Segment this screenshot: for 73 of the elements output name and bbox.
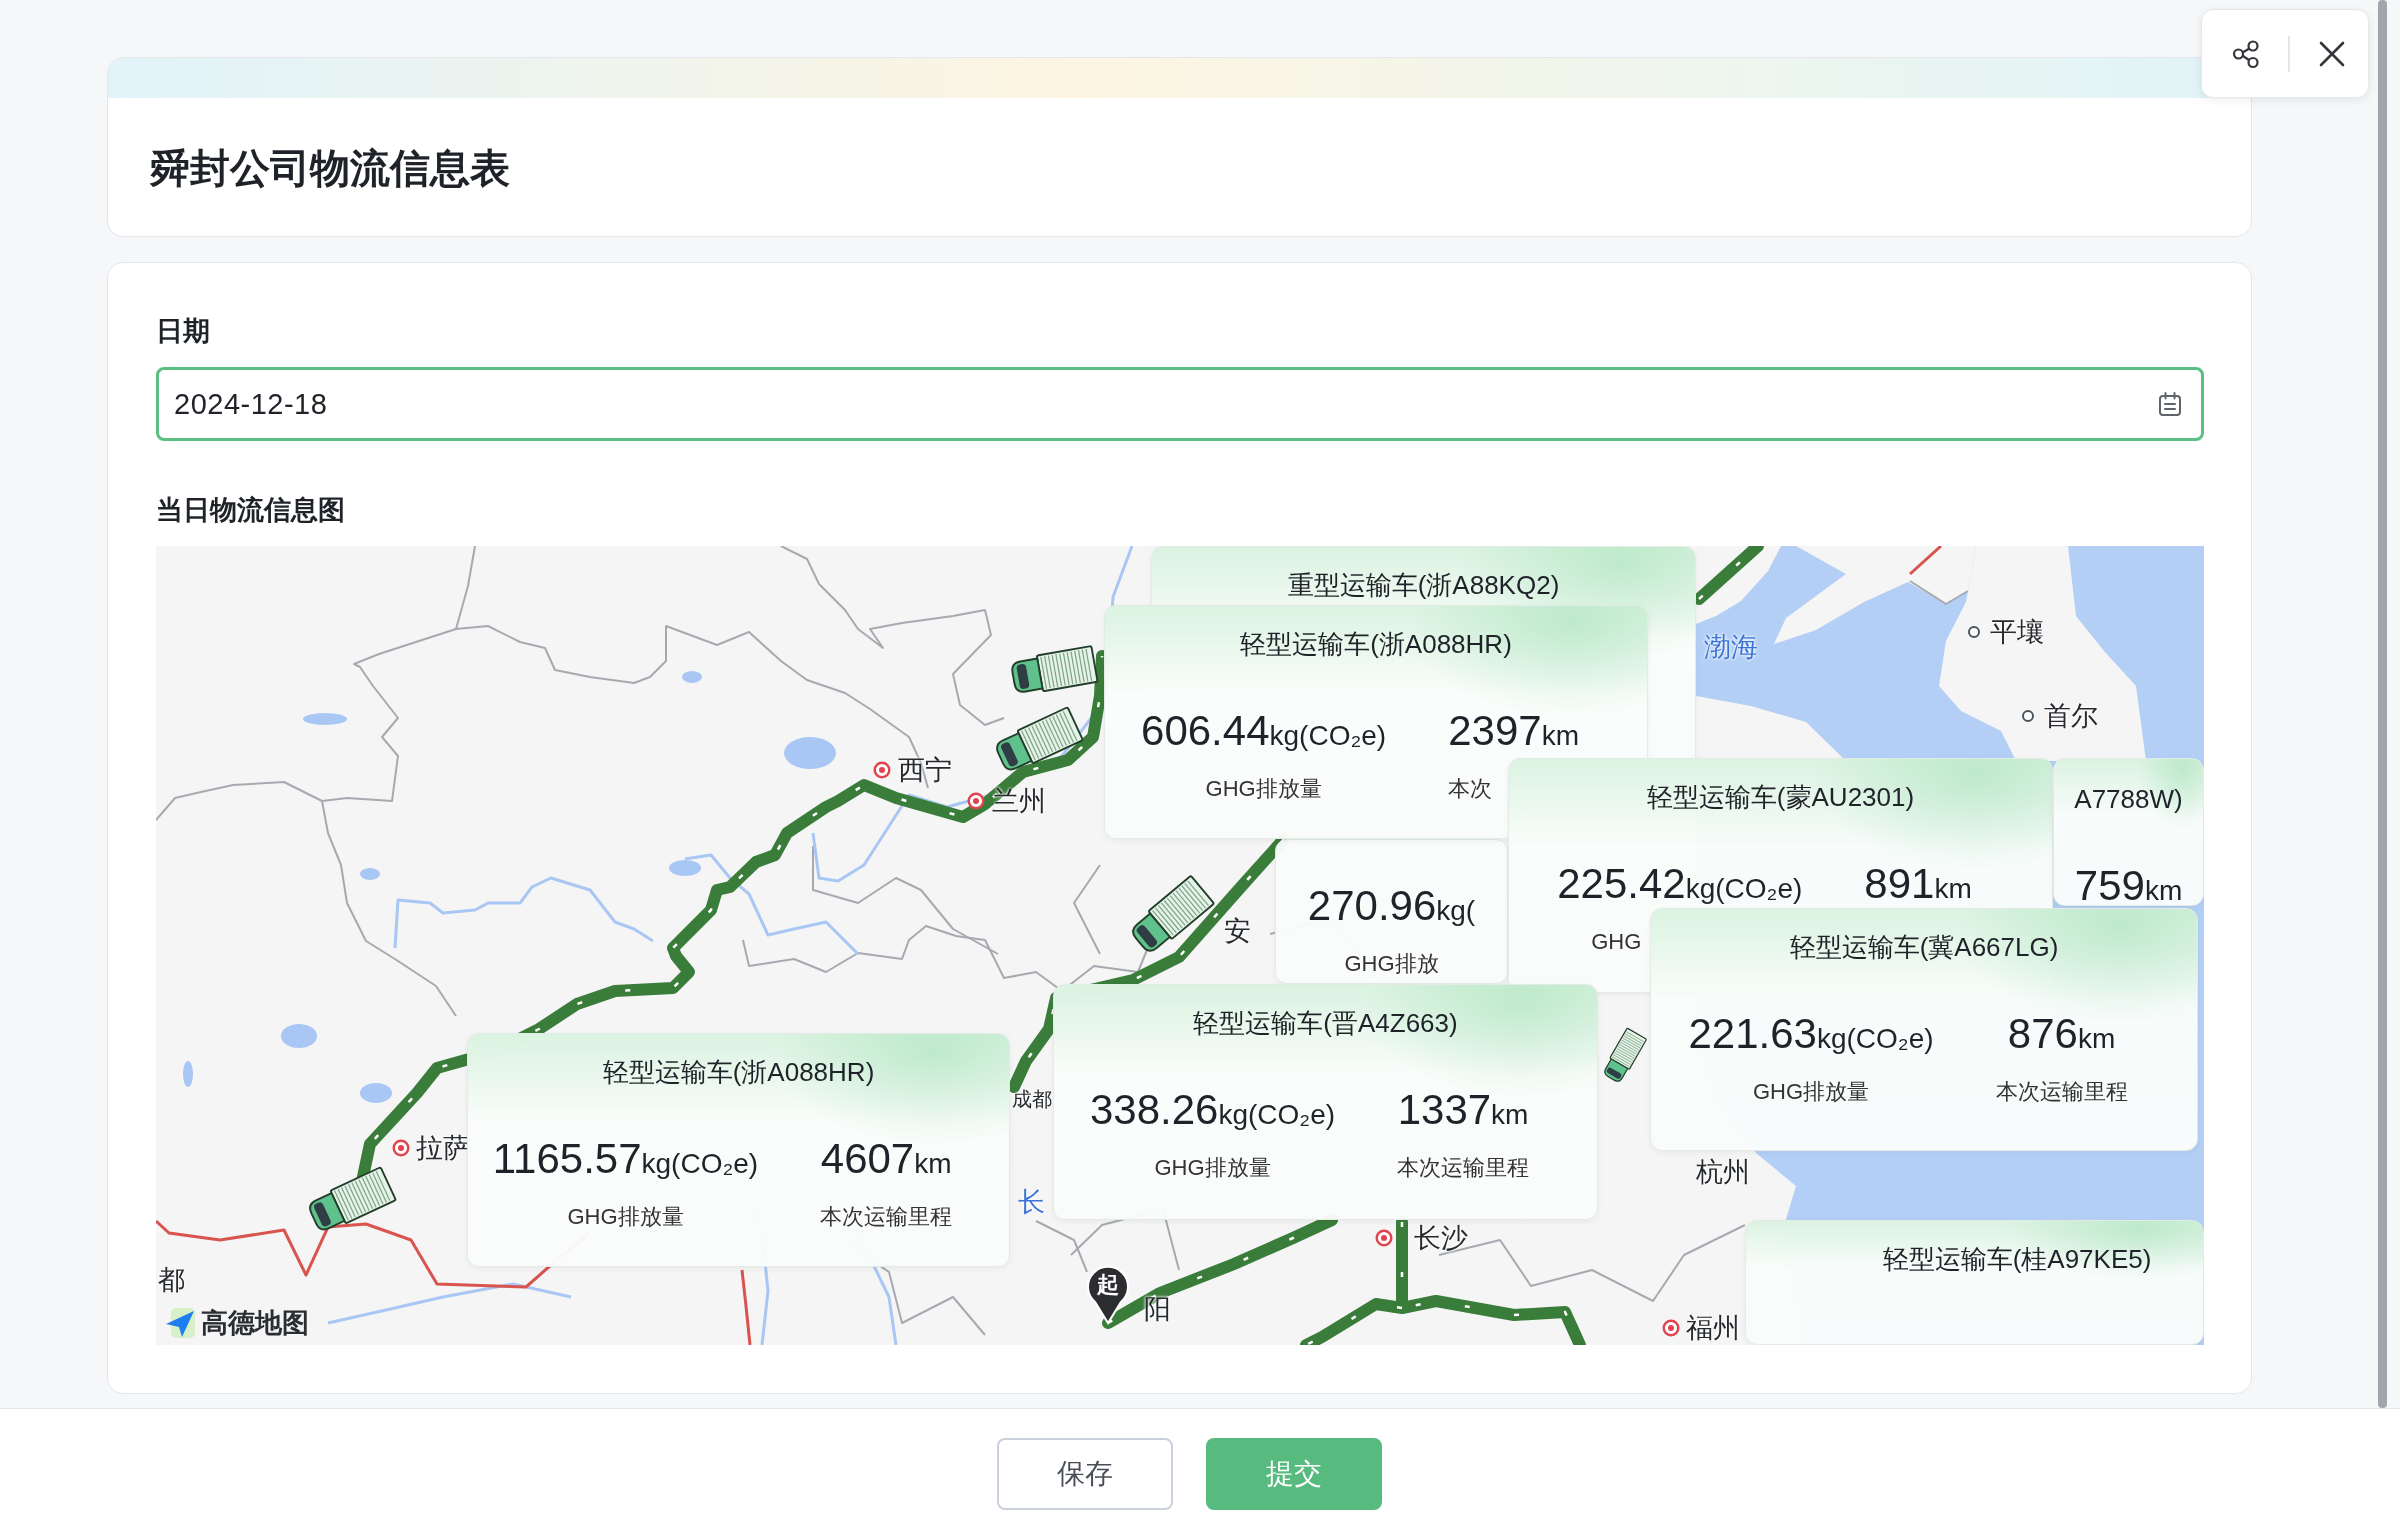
place-label: 成都 [1012, 1087, 1052, 1112]
scrollbar[interactable] [2378, 0, 2387, 1408]
emission-value: 221.63kg(CO₂e) [1688, 1013, 1934, 1059]
distance-value: 1337km [1397, 1089, 1529, 1135]
place-label: 长沙 [1414, 1223, 1468, 1253]
place-label: 都 [158, 1265, 185, 1295]
vehicle-title: 轻型运输车(桂A97KE5) [1882, 1243, 2152, 1275]
place-label: 首尔 [2044, 701, 2098, 731]
distance-label: 本次运输里程 [1995, 1078, 2128, 1106]
emission-label: GHG排放量 [567, 1203, 684, 1231]
city-marker-icon [967, 792, 985, 810]
section-label: 当日物流信息图 [156, 494, 345, 527]
city-marker-icon [1662, 1319, 1680, 1337]
emission-label: GHG排放量 [1154, 1154, 1271, 1182]
border-line [1909, 546, 1942, 576]
vehicle-title: 轻型运输车(浙A088HR) [602, 1056, 875, 1088]
map-logo: 高德地图 [201, 1308, 309, 1338]
calendar-icon[interactable] [2157, 391, 2183, 417]
emission-value: 270.96kg( [1307, 885, 1476, 931]
emission-label: GHG排放 [1344, 950, 1439, 978]
vehicle-title: 轻型运输车(冀A667LG) [1789, 931, 2059, 963]
lake [682, 671, 702, 683]
location-dot-icon [2021, 709, 2035, 723]
place-label: 拉萨 [416, 1133, 470, 1163]
place-label: 安 [1224, 916, 1251, 946]
save-button[interactable]: 保存 [997, 1438, 1173, 1510]
emission-value: 225.42kg(CO₂e) [1557, 863, 1803, 909]
lake [784, 737, 836, 769]
page-title: 舜封公司物流信息表 [150, 145, 510, 192]
distance-label: 本次运输里程 [1397, 1154, 1530, 1182]
vehicle-title: 轻型运输车(晋A4Z663) [1193, 1007, 1458, 1039]
start-marker: 起 [1086, 1265, 1130, 1325]
vehicle-title: 重型运输车(浙A88KQ2) [1287, 569, 1560, 601]
lake [183, 1061, 193, 1087]
place-label: 兰州 [992, 786, 1046, 816]
distance-label: 本次 [1448, 775, 1493, 803]
place-label: 阳 [1144, 1294, 1171, 1324]
distance-value: 4607km [820, 1138, 952, 1184]
border-line [1909, 580, 1969, 605]
lake [360, 868, 380, 880]
emission-value: 1165.57kg(CO₂e) [492, 1138, 759, 1184]
date-field[interactable]: 2024-12-18 [156, 367, 2204, 441]
city-marker-icon [1375, 1229, 1393, 1247]
emission-value: 606.44kg(CO₂e) [1141, 710, 1387, 756]
vehicle-title: 轻型运输车(蒙AU2301) [1646, 781, 1915, 813]
distance-label: 本次运输里程 [820, 1203, 953, 1231]
lake [303, 713, 347, 725]
distance-value: 759km [2074, 865, 2183, 911]
vehicle-title: A7788W) [2074, 783, 2183, 815]
close-icon [2318, 39, 2346, 68]
place-label: 福州 [1686, 1313, 1740, 1343]
paper-plane-icon [165, 1308, 195, 1338]
emission-label: GHG排放量 [1752, 1078, 1870, 1106]
emission-label: GHG [1591, 928, 1642, 956]
place-label: 平壤 [1990, 617, 2044, 647]
city-marker-icon [873, 761, 891, 779]
city-marker-icon [392, 1139, 410, 1157]
field-label: 日期 [156, 315, 210, 348]
place-label: 西宁 [898, 755, 952, 785]
distance-value: 891km [1864, 863, 1972, 909]
distance-value: 876km [2007, 1013, 2116, 1059]
lake [360, 1083, 392, 1103]
lake [281, 1024, 317, 1048]
distance-value: 2397km [1448, 710, 1579, 756]
vehicle-title: 轻型运输车(浙A088HR) [1240, 628, 1512, 660]
water-label: 长 [1018, 1187, 1045, 1217]
emission-value: 338.26kg(CO₂e) [1089, 1089, 1336, 1135]
location-dot-icon [1967, 625, 1981, 639]
water-label: 渤海 [1704, 632, 1758, 662]
lake [669, 860, 701, 876]
emission-label: GHG排放量 [1205, 775, 1322, 803]
share-icon [2231, 38, 2261, 69]
place-label: 杭州 [1696, 1157, 1750, 1187]
